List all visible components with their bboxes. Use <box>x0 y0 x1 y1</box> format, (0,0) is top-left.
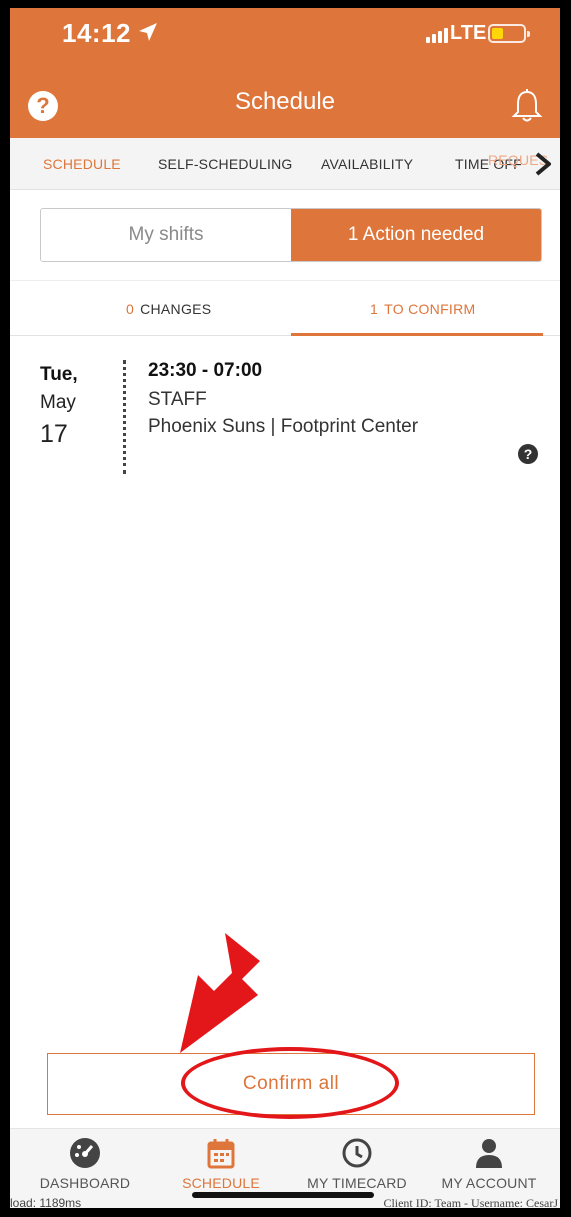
schedule-tabs: SCHEDULE SELF-SCHEDULING AVAILABILITY TI… <box>10 138 560 190</box>
annotation-arrow-icon <box>180 933 260 1053</box>
nav-my-account[interactable]: MY ACCOUNT <box>424 1137 554 1191</box>
timeline-divider <box>123 360 126 474</box>
tab-availability[interactable]: AVAILABILITY <box>321 156 413 172</box>
speedometer-icon <box>70 1138 100 1168</box>
tab-to-confirm[interactable]: 1 TO CONFIRM <box>370 301 476 317</box>
nav-my-timecard[interactable]: MY TIMECARD <box>292 1137 422 1191</box>
person-icon <box>476 1139 502 1168</box>
action-needed-segment[interactable]: 1 Action needed <box>291 209 541 261</box>
nav-schedule[interactable]: SCHEDULE <box>156 1137 286 1191</box>
shift-role: STAFF <box>148 389 207 410</box>
shift-date: 17 <box>40 420 68 448</box>
calendar-icon <box>207 1139 235 1169</box>
action-sub-tabs: 0 CHANGES 1 TO CONFIRM <box>10 280 560 336</box>
client-info-text: Client ID: Team - Username: CesarJ <box>383 1196 558 1208</box>
location-arrow-icon <box>139 23 157 41</box>
battery-icon <box>488 24 530 43</box>
shift-day: Tue, <box>40 364 78 385</box>
shift-month: May <box>40 392 76 413</box>
network-label: LTE <box>450 22 487 44</box>
status-bar: 14:12 LTE <box>10 8 560 58</box>
my-shifts-segment[interactable]: My shifts <box>41 209 291 261</box>
app-header: 14:12 LTE ? Schedule <box>10 8 560 138</box>
page-title: Schedule <box>234 88 336 115</box>
clock-icon <box>342 1138 372 1168</box>
home-indicator[interactable] <box>192 1192 374 1198</box>
shift-time: 23:30 - 07:00 <box>148 360 263 381</box>
nav-dashboard[interactable]: DASHBOARD <box>20 1137 150 1191</box>
nav-bar: ? Schedule <box>10 86 560 138</box>
tab-changes[interactable]: 0 CHANGES <box>126 301 211 317</box>
bell-icon[interactable] <box>510 88 544 124</box>
tab-self-scheduling[interactable]: SELF-SCHEDULING <box>158 156 292 172</box>
tab-schedule[interactable]: SCHEDULE <box>43 156 121 172</box>
signal-icon <box>426 28 448 43</box>
shift-list-item[interactable]: Tue, May 17 23:30 - 07:00 STAFF Phoenix … <box>10 348 560 478</box>
chevron-right-icon[interactable] <box>532 152 554 176</box>
active-tab-underline <box>291 333 543 336</box>
question-icon[interactable]: ? <box>518 444 538 464</box>
load-time-text: load: 1189ms <box>10 1196 82 1208</box>
shift-filter-segment: My shifts 1 Action needed <box>40 208 542 262</box>
confirm-all-button[interactable]: Confirm all <box>47 1053 535 1115</box>
status-time: 14:12 <box>62 18 131 48</box>
shift-location: Phoenix Suns | Footprint Center <box>148 416 419 437</box>
phone-screen: 14:12 LTE ? Schedule SCHEDULE SELF-SCHED… <box>10 8 560 1208</box>
